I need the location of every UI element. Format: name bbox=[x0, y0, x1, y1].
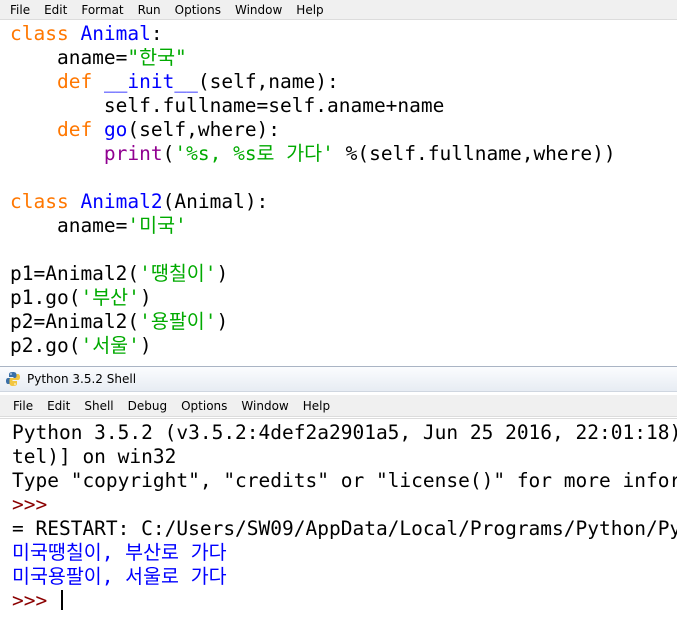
code-line-5: def go(self,where): bbox=[10, 118, 280, 141]
shell-menu-help[interactable]: Help bbox=[296, 396, 337, 416]
code-text: ) bbox=[139, 334, 152, 357]
editor-menubar: File Edit Format Run Options Window Help bbox=[0, 0, 677, 20]
code-text: p1=Animal2( bbox=[10, 262, 140, 285]
shell-restart-line: = RESTART: C:/Users/SW09/AppData/Local/P… bbox=[12, 517, 677, 540]
builtin-print: print bbox=[103, 142, 163, 165]
code-text: ) bbox=[139, 286, 152, 309]
shell-prompt: >>> bbox=[12, 589, 59, 612]
code-line-12: p1.go('부산') bbox=[10, 286, 152, 309]
shell-output-line: 미국땡칠이, 부산로 가다 bbox=[12, 541, 227, 564]
shell-output[interactable]: Python 3.5.2 (v3.5.2:4def2a2901a5, Jun 2… bbox=[0, 419, 677, 613]
keyword-def: def bbox=[10, 70, 93, 93]
shell-output-line: 미국용팔이, 서울로 가다 bbox=[12, 565, 227, 588]
shell-menu-edit[interactable]: Edit bbox=[40, 396, 77, 416]
shell-banner-line: tel)] on win32 bbox=[12, 445, 177, 468]
text-cursor bbox=[60, 590, 63, 610]
shell-titlebar[interactable]: Python 3.5.2 Shell bbox=[0, 366, 677, 392]
code-line-6: print('%s, %s로 가다' %(self.fullname,where… bbox=[10, 142, 616, 165]
code-line-14: p2.go('서울') bbox=[10, 334, 152, 357]
string-literal: '미국' bbox=[127, 214, 187, 237]
editor-menu-options[interactable]: Options bbox=[168, 0, 228, 20]
shell-menu-options[interactable]: Options bbox=[174, 396, 234, 416]
string-literal: '용팔이' bbox=[139, 310, 217, 333]
shell-menu-window[interactable]: Window bbox=[234, 396, 295, 416]
code-text: : bbox=[150, 22, 163, 45]
shell-menu-debug[interactable]: Debug bbox=[121, 396, 174, 416]
python-icon bbox=[5, 371, 21, 387]
code-text: (Animal): bbox=[162, 190, 269, 213]
code-line-9: aname='미국' bbox=[10, 214, 187, 237]
shell-menu-file[interactable]: File bbox=[6, 396, 40, 416]
string-literal: '부산' bbox=[80, 286, 140, 309]
keyword-class: class bbox=[10, 190, 69, 213]
code-text: ) bbox=[216, 310, 229, 333]
code-text: p2=Animal2( bbox=[10, 310, 140, 333]
shell-banner-line: Type "copyright", "credits" or "license(… bbox=[12, 469, 677, 492]
code-line-3: def __init__(self,name): bbox=[10, 70, 339, 93]
shell-banner-line: Python 3.5.2 (v3.5.2:4def2a2901a5, Jun 2… bbox=[12, 421, 677, 444]
editor-menu-window[interactable]: Window bbox=[228, 0, 289, 20]
function-name: __init__ bbox=[103, 70, 198, 93]
string-literal: '서울' bbox=[80, 334, 140, 357]
editor-menu-format[interactable]: Format bbox=[74, 0, 130, 20]
editor-menu-edit[interactable]: Edit bbox=[37, 0, 74, 20]
code-line-13: p2=Animal2('용팔이') bbox=[10, 310, 228, 333]
string-literal: "한국" bbox=[127, 46, 187, 69]
editor-menu-file[interactable]: File bbox=[3, 0, 37, 20]
code-line-1: class Animal: bbox=[10, 22, 163, 45]
code-editor[interactable]: class Animal: aname="한국" def __init__(se… bbox=[0, 22, 677, 366]
shell-menubar: File Edit Shell Debug Options Window Hel… bbox=[0, 395, 677, 417]
code-text: p1.go( bbox=[10, 286, 81, 309]
code-text: aname= bbox=[10, 46, 128, 69]
class-name: Animal2 bbox=[80, 190, 163, 213]
code-line-4: self.fullname=self.aname+name bbox=[10, 94, 445, 117]
source-code[interactable]: class Animal: aname="한국" def __init__(se… bbox=[0, 22, 677, 358]
code-line-2: aname="한국" bbox=[10, 46, 187, 69]
code-text: p2.go( bbox=[10, 334, 81, 357]
class-name: Animal bbox=[80, 22, 151, 45]
keyword-def: def bbox=[10, 118, 93, 141]
code-text: (self,where): bbox=[127, 118, 281, 141]
shell-menu-shell[interactable]: Shell bbox=[77, 396, 120, 416]
code-line-11: p1=Animal2('땡칠이') bbox=[10, 262, 228, 285]
keyword-class: class bbox=[10, 22, 69, 45]
code-text: (self,name): bbox=[197, 70, 339, 93]
code-line-8: class Animal2(Animal): bbox=[10, 190, 268, 213]
shell-window-title: Python 3.5.2 Shell bbox=[27, 372, 137, 386]
shell-console[interactable]: Python 3.5.2 (v3.5.2:4def2a2901a5, Jun 2… bbox=[0, 418, 677, 628]
string-literal: '땡칠이' bbox=[139, 262, 217, 285]
code-text: ) bbox=[216, 262, 229, 285]
function-name: go bbox=[103, 118, 128, 141]
code-text: %(self.fullname,where)) bbox=[333, 142, 616, 165]
code-text: aname= bbox=[10, 214, 128, 237]
string-literal: '%s, %s로 가다' bbox=[174, 142, 334, 165]
code-text: ( bbox=[162, 142, 175, 165]
editor-menu-help[interactable]: Help bbox=[289, 0, 330, 20]
editor-menu-run[interactable]: Run bbox=[131, 0, 168, 20]
shell-prompt: >>> bbox=[12, 493, 59, 516]
